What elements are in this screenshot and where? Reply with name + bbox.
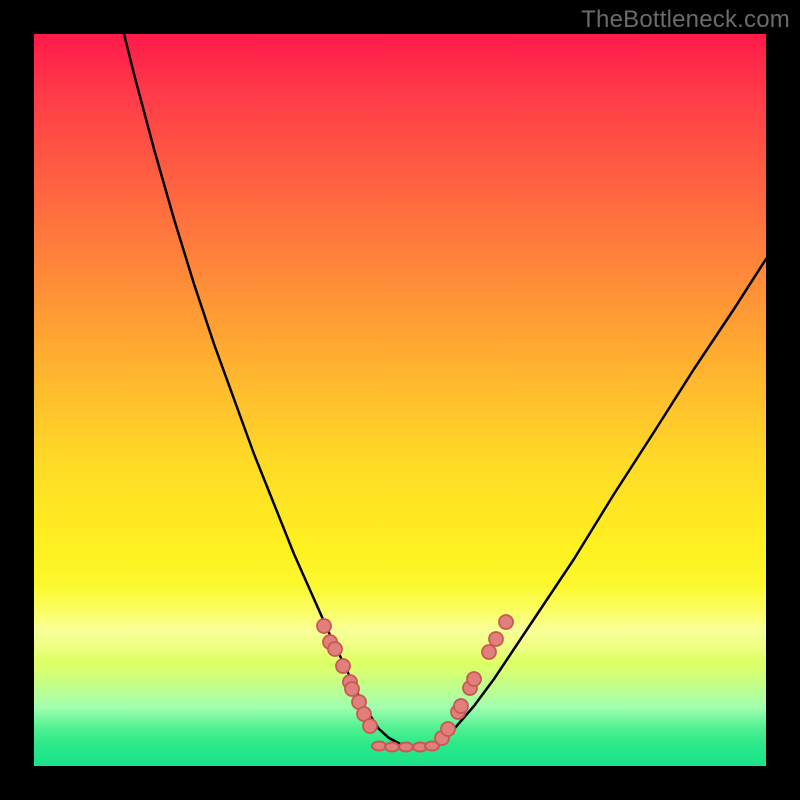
marker-cluster-left: [317, 619, 377, 733]
marker-dot: [385, 743, 399, 752]
marker-dot: [467, 672, 481, 686]
bottleneck-curve: [124, 34, 766, 746]
marker-cluster-bottom: [372, 742, 439, 752]
chart-plot-area: [34, 34, 766, 766]
marker-dot: [425, 742, 439, 751]
marker-dot: [345, 682, 359, 696]
marker-dot: [499, 615, 513, 629]
marker-dot: [328, 642, 342, 656]
chart-frame: TheBottleneck.com: [0, 0, 800, 800]
marker-dot: [372, 742, 386, 751]
marker-dot: [363, 719, 377, 733]
marker-dot: [482, 645, 496, 659]
watermark-text: TheBottleneck.com: [581, 6, 790, 34]
marker-dot: [399, 743, 413, 752]
marker-dot: [489, 632, 503, 646]
marker-dot: [317, 619, 331, 633]
marker-dot: [441, 722, 455, 736]
marker-dot: [454, 699, 468, 713]
marker-cluster-right: [435, 615, 513, 745]
bottleneck-curve-svg: [34, 34, 766, 766]
marker-dot: [336, 659, 350, 673]
